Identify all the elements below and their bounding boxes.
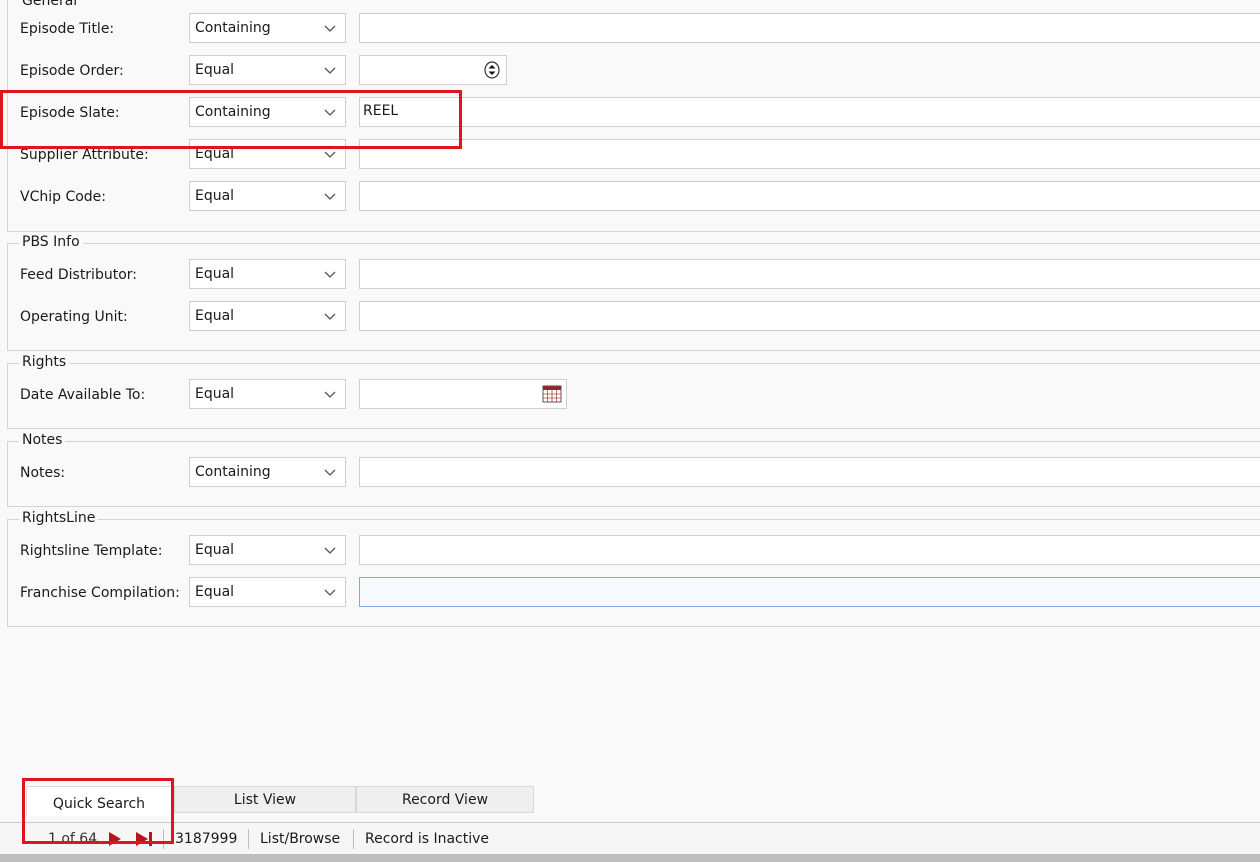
franchise-compilation-operator[interactable]: Equal bbox=[189, 577, 346, 607]
last-record-icon[interactable] bbox=[134, 830, 156, 848]
feed-distributor-operator[interactable]: Equal bbox=[189, 259, 346, 289]
general-legend: General bbox=[19, 0, 81, 10]
date-available-to-label: Date Available To: bbox=[20, 387, 146, 403]
episode-title-operator[interactable]: Containing bbox=[189, 13, 346, 43]
chevron-down-icon bbox=[324, 25, 336, 32]
operating-unit-label: Operating Unit: bbox=[20, 309, 128, 325]
tab-list-view[interactable]: List View bbox=[174, 786, 356, 813]
status-separator bbox=[353, 829, 354, 849]
notes-legend: Notes bbox=[19, 431, 66, 449]
next-record-icon[interactable] bbox=[106, 830, 124, 848]
rightsline-template-input[interactable] bbox=[359, 535, 1260, 565]
feed-distributor-input[interactable] bbox=[359, 259, 1260, 289]
chevron-down-icon bbox=[324, 589, 336, 596]
episode-order-label: Episode Order: bbox=[20, 63, 124, 79]
operator-value: Containing bbox=[195, 104, 271, 120]
chevron-down-icon bbox=[324, 313, 336, 320]
operator-value: Equal bbox=[195, 62, 235, 78]
browse-mode: List/Browse bbox=[260, 831, 341, 847]
chevron-down-icon bbox=[324, 67, 336, 74]
status-separator bbox=[248, 829, 249, 849]
supplier-attribute-operator[interactable]: Equal bbox=[189, 139, 346, 169]
supplier-attribute-input[interactable] bbox=[359, 139, 1260, 169]
episode-slate-input[interactable]: REEL bbox=[359, 97, 1260, 127]
record-position: 1 of 64 bbox=[48, 831, 98, 847]
operator-value: Equal bbox=[195, 266, 235, 282]
episode-title-label: Episode Title: bbox=[20, 21, 115, 37]
operator-value: Equal bbox=[195, 308, 235, 324]
episode-order-input[interactable] bbox=[359, 55, 507, 85]
chevron-down-icon bbox=[324, 391, 336, 398]
operator-value: Containing bbox=[195, 20, 271, 36]
rightsline-legend: RightsLine bbox=[19, 509, 99, 527]
rightsline-template-operator[interactable]: Equal bbox=[189, 535, 346, 565]
calendar-icon[interactable] bbox=[542, 385, 562, 403]
view-tabs: Quick Search List View Record View bbox=[0, 784, 1260, 816]
date-available-to-input[interactable] bbox=[359, 379, 567, 409]
window-bottom-edge bbox=[0, 854, 1260, 862]
episode-order-operator[interactable]: Equal bbox=[189, 55, 346, 85]
operator-value: Containing bbox=[195, 464, 271, 480]
vchip-code-operator[interactable]: Equal bbox=[189, 181, 346, 211]
field-value: REEL bbox=[363, 103, 399, 119]
operator-value: Equal bbox=[195, 146, 235, 162]
chevron-down-icon bbox=[324, 109, 336, 116]
tab-record-view[interactable]: Record View bbox=[356, 786, 534, 813]
operating-unit-operator[interactable]: Equal bbox=[189, 301, 346, 331]
pbs-info-legend: PBS Info bbox=[19, 233, 83, 251]
date-available-to-operator[interactable]: Equal bbox=[189, 379, 346, 409]
operator-value: Equal bbox=[195, 542, 235, 558]
chevron-down-icon bbox=[324, 151, 336, 158]
episode-title-input[interactable] bbox=[359, 13, 1260, 43]
chevron-down-icon bbox=[324, 547, 336, 554]
feed-distributor-label: Feed Distributor: bbox=[20, 267, 137, 283]
notes-operator[interactable]: Containing bbox=[189, 457, 346, 487]
rightsline-template-label: Rightsline Template: bbox=[20, 543, 163, 559]
rights-legend: Rights bbox=[19, 353, 70, 371]
supplier-attribute-label: Supplier Attribute: bbox=[20, 147, 149, 163]
operating-unit-input[interactable] bbox=[359, 301, 1260, 331]
status-separator bbox=[163, 829, 164, 849]
episode-slate-operator[interactable]: Containing bbox=[189, 97, 346, 127]
franchise-compilation-input[interactable] bbox=[359, 577, 1260, 607]
spinner-icon[interactable] bbox=[484, 61, 500, 79]
franchise-compilation-label: Franchise Compilation: bbox=[20, 585, 180, 601]
tab-quick-search[interactable]: Quick Search bbox=[26, 786, 172, 816]
chevron-down-icon bbox=[324, 469, 336, 476]
chevron-down-icon bbox=[324, 271, 336, 278]
chevron-down-icon bbox=[324, 193, 336, 200]
vchip-code-label: VChip Code: bbox=[20, 189, 107, 205]
vchip-code-input[interactable] bbox=[359, 181, 1260, 211]
operator-value: Equal bbox=[195, 584, 235, 600]
episode-slate-label: Episode Slate: bbox=[20, 105, 120, 121]
operator-value: Equal bbox=[195, 386, 235, 402]
notes-label: Notes: bbox=[20, 465, 66, 481]
operator-value: Equal bbox=[195, 188, 235, 204]
notes-input[interactable] bbox=[359, 457, 1260, 487]
status-bar: 1 of 64 3187999 List/Browse Record is In… bbox=[0, 822, 1260, 855]
record-state: Record is Inactive bbox=[365, 831, 490, 847]
record-id: 3187999 bbox=[175, 831, 238, 847]
